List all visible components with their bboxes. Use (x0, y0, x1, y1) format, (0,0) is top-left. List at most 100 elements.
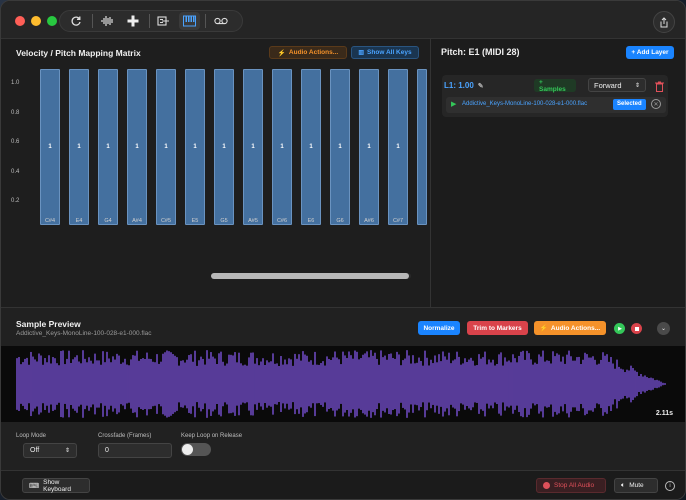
play-icon: ▶ (618, 325, 622, 332)
duration-label: 2.11s (655, 410, 673, 417)
close-window-button[interactable] (15, 16, 25, 26)
keep-loop-label: Keep Loop on Release (181, 433, 243, 439)
note-label: G6 (336, 218, 344, 224)
direction-select[interactable]: Forward ⇕ (588, 78, 646, 92)
sample-name: Addictive_Keys-MonoLine-100-028-e1-000.f… (462, 101, 588, 107)
play-button[interactable]: ▶ (614, 323, 625, 334)
stop-circle-icon (543, 482, 550, 489)
crossfade-input[interactable]: 0 (98, 443, 172, 458)
mute-label: Mute (629, 482, 644, 489)
stop-all-audio-label: Stop All Audio (554, 482, 595, 489)
footer-bar: ⌨ Show Keyboard Stop All Audio 🔈︎ Mute i (1, 470, 685, 499)
piano-icon: ▥ (358, 50, 365, 56)
note-label: C#5 (160, 218, 172, 224)
y-tick: 0.6 (11, 139, 20, 145)
column-value: 1 (338, 144, 342, 150)
note-label: C#4 (44, 218, 56, 224)
matrix-column[interactable]: 1 (359, 69, 379, 225)
matrix-column[interactable]: 1 (301, 69, 321, 225)
waveform-display[interactable]: 2.11s (1, 346, 685, 422)
matrix-column[interactable]: 1 (156, 69, 176, 225)
y-tick: 1.0 (11, 80, 20, 86)
info-icon[interactable]: i (665, 481, 675, 491)
mute-button[interactable]: 🔈︎ Mute (614, 478, 658, 493)
normalize-button[interactable]: Normalize (418, 321, 460, 335)
direction-value: Forward (594, 80, 622, 90)
magic-wand-icon: ⚡ (277, 49, 286, 57)
collapse-button[interactable]: ⌄ (657, 322, 670, 335)
matrix-column[interactable]: 1 (69, 69, 89, 225)
share-button[interactable] (653, 11, 675, 33)
waveform-icon[interactable] (97, 12, 118, 30)
show-all-keys-label: Show All Keys (367, 49, 412, 56)
note-label: C#6 (276, 218, 288, 224)
show-keyboard-button[interactable]: ⌨ Show Keyboard (22, 478, 90, 493)
column-value: 1 (251, 144, 255, 150)
add-samples-button[interactable]: + Samples (534, 79, 576, 93)
stop-all-audio-button[interactable]: Stop All Audio (536, 478, 606, 493)
loop-mode-value: Off (30, 447, 40, 454)
preview-filename: Addictive_Keys-MonoLine-100-028-e1-000.f… (16, 330, 152, 337)
layer-label-group: L1: 1.00 ✎ (444, 81, 484, 90)
tape-icon[interactable] (210, 12, 231, 30)
audio-actions-button[interactable]: ⚡ Audio Actions... (269, 46, 347, 59)
minimize-window-button[interactable] (31, 16, 41, 26)
note-label: E5 (191, 218, 199, 224)
note-label: E6 (307, 218, 315, 224)
app-window: Velocity / Pitch Mapping Matrix ⚡ Audio … (0, 0, 686, 500)
matrix-column[interactable]: 1 (98, 69, 118, 225)
horizontal-scrollbar[interactable] (211, 273, 411, 279)
scrollbar-thumb[interactable] (211, 273, 409, 279)
matrix-column[interactable]: 1 (330, 69, 350, 225)
y-tick: 0.2 (11, 198, 20, 204)
show-all-keys-button[interactable]: ▥ Show All Keys (351, 46, 419, 59)
pitch-title: Pitch: E1 (MIDI 28) (441, 47, 520, 57)
preview-audio-actions-label: Audio Actions... (550, 324, 601, 332)
sample-row[interactable]: ▶ Addictive_Keys-MonoLine-100-028-e1-000… (446, 97, 666, 113)
mapping-matrix-panel: Velocity / Pitch Mapping Matrix ⚡ Audio … (1, 39, 429, 307)
preview-audio-actions-button[interactable]: ⚡ Audio Actions... (534, 321, 606, 335)
note-label: E4 (75, 218, 83, 224)
zoom-window-button[interactable] (47, 16, 57, 26)
crossfade-label: Crossfade (Frames) (98, 433, 152, 439)
piano-icon[interactable] (179, 12, 201, 30)
matrix-column[interactable]: 1 (127, 69, 147, 225)
column-value: 1 (396, 144, 400, 150)
matrix-column[interactable] (417, 69, 427, 225)
matrix-column[interactable]: 1 (185, 69, 205, 225)
column-value: 1 (222, 144, 226, 150)
matrix-column[interactable]: 1 (40, 69, 60, 225)
stop-button[interactable] (631, 323, 642, 334)
add-icon[interactable] (123, 12, 144, 30)
y-tick: 0.4 (11, 169, 20, 175)
column-value: 1 (106, 144, 110, 150)
selected-badge: Selected (613, 99, 646, 110)
waveform (16, 350, 666, 418)
matrix-column[interactable]: 1 (388, 69, 408, 225)
toggle-knob (182, 444, 193, 455)
toolbar-divider (148, 14, 150, 28)
keep-loop-toggle[interactable] (181, 443, 211, 456)
add-layer-button[interactable]: + Add Layer (626, 46, 674, 59)
column-value: 1 (77, 144, 81, 150)
chevron-updown-icon: ⇕ (64, 448, 70, 454)
pencil-icon[interactable]: ✎ (478, 82, 484, 90)
play-icon[interactable]: ▶ (451, 100, 456, 108)
column-value: 1 (367, 144, 371, 150)
matrix-column[interactable]: 1 (214, 69, 234, 225)
matrix-column[interactable]: 1 (272, 69, 292, 225)
share-icon (660, 16, 668, 27)
column-value: 1 (280, 144, 284, 150)
matrix-column[interactable]: 1 (243, 69, 263, 225)
refresh-icon[interactable] (66, 12, 87, 30)
trim-to-markers-button[interactable]: Trim to Markers (467, 321, 528, 335)
note-label: A#4 (132, 218, 142, 224)
layer-label: L1: 1.00 (444, 81, 474, 90)
magic-wand-icon: ⚡ (539, 325, 548, 332)
export-icon[interactable] (153, 12, 174, 30)
chevron-updown-icon: ⇕ (634, 82, 640, 89)
trash-icon[interactable] (655, 79, 665, 92)
remove-sample-icon[interactable]: ✕ (651, 99, 661, 109)
loop-mode-select[interactable]: Off ⇕ (23, 443, 77, 458)
column-value: 1 (135, 144, 139, 150)
